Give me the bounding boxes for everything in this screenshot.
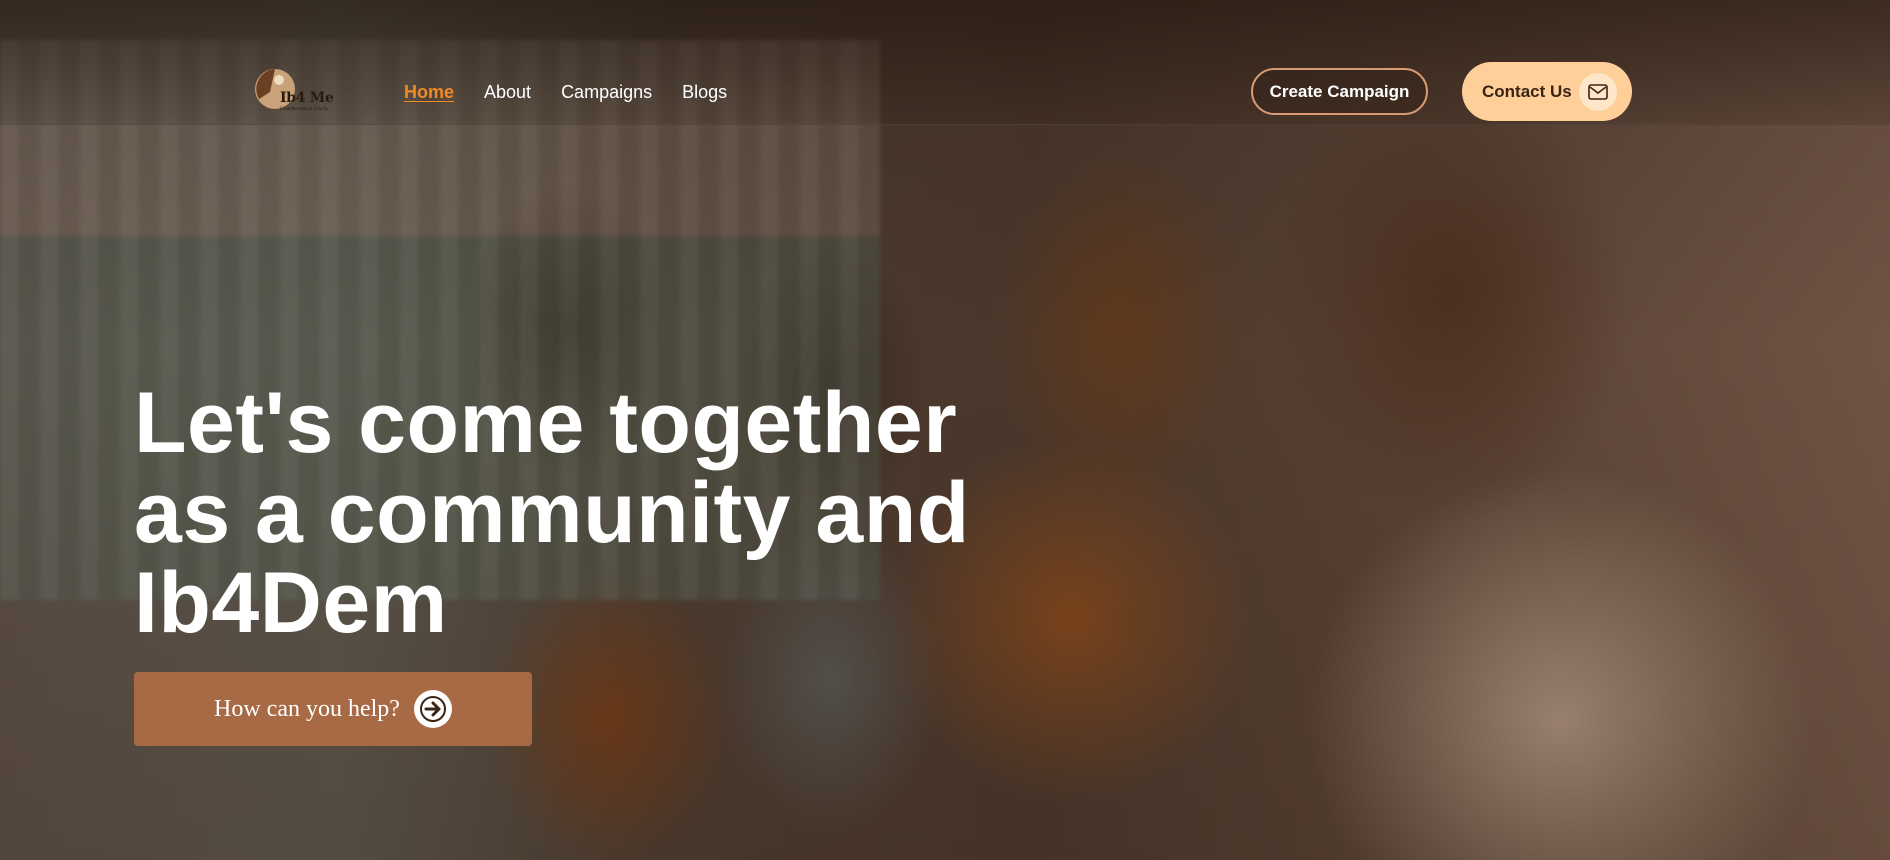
arrow-right-icon xyxy=(413,690,452,728)
nav-link-about[interactable]: About xyxy=(484,82,531,103)
create-campaign-button[interactable]: Create Campaign xyxy=(1251,68,1428,115)
contact-us-button[interactable]: Contact Us xyxy=(1462,62,1632,121)
logo-name: Ib4 Me xyxy=(280,90,334,106)
hero-section: Ib4 Me Crowdfunding & Charity Home About… xyxy=(0,0,1890,860)
how-can-you-help-label: How can you help? xyxy=(214,695,400,722)
hero-headline-line-1: Let's come together xyxy=(134,375,958,471)
top-navbar: Ib4 Me Crowdfunding & Charity Home About… xyxy=(0,0,1890,125)
nav-link-home[interactable]: Home xyxy=(404,82,454,103)
logo-tagline: Crowdfunding & Charity xyxy=(280,106,328,111)
main-nav: Home About Campaigns Blogs xyxy=(404,82,727,103)
how-can-you-help-button[interactable]: How can you help? xyxy=(134,672,532,746)
hero-headline-line-2: as a community and xyxy=(134,465,970,561)
site-logo[interactable]: Ib4 Me Crowdfunding & Charity xyxy=(252,66,334,120)
nav-link-blogs[interactable]: Blogs xyxy=(682,82,727,103)
hero-headline-line-3: Ib4Dem xyxy=(134,555,448,651)
hero-headline: Let's come together as a community and I… xyxy=(134,378,1014,648)
nav-link-campaigns[interactable]: Campaigns xyxy=(561,82,652,103)
contact-us-label: Contact Us xyxy=(1482,81,1572,101)
mail-icon xyxy=(1579,73,1617,111)
create-campaign-label: Create Campaign xyxy=(1269,81,1410,101)
